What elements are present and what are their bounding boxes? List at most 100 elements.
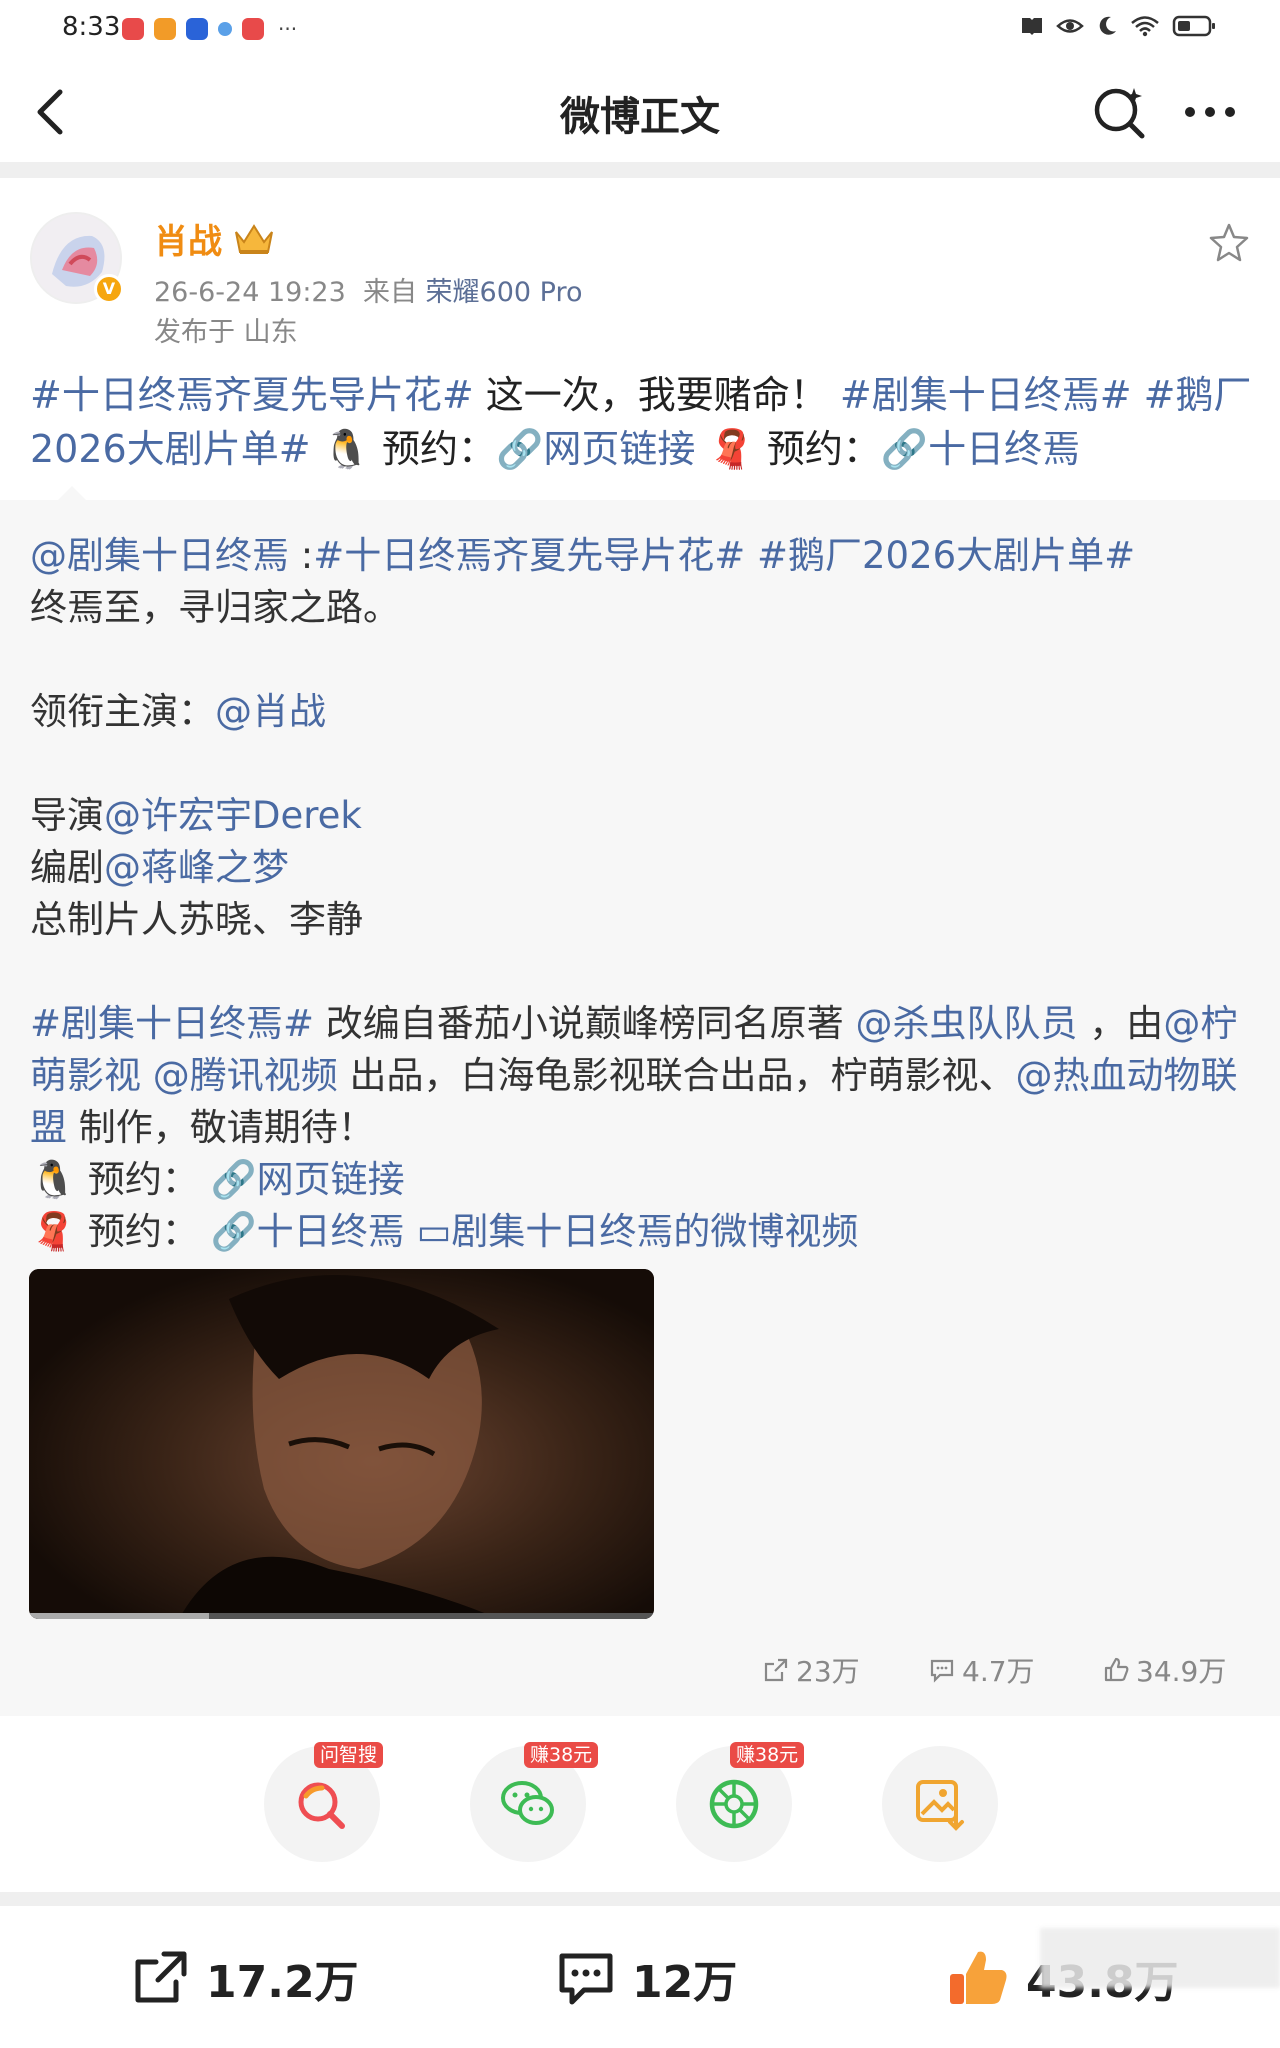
repost-line: 终焉至，寻归家之路。 [30,582,1255,634]
ai-search-tag: 问智搜 [314,1742,384,1768]
text-link[interactable]: @剧集十日终焉 [30,534,289,577]
text-segment: 总制片人苏晓、李静 [30,898,363,941]
repost-comment-count[interactable]: 4.7万 [928,1650,1035,1690]
text-segment: 这一次，我要赌命！ [473,373,840,417]
save-image-button[interactable] [882,1746,998,1862]
repost-line: #剧集十日终焉# 改编自番茄小说巅峰榜同名原著 @杀虫队队员 ，由@柠萌影视 @… [30,998,1255,1154]
weibo-post: V 肖战 26-6-24 19:23 来自 荣耀600 Pro 发布于 山东 #… [0,178,1280,500]
top-navigation-bar: 微博正文 [0,62,1280,162]
text-segment [745,534,757,577]
comment-icon [930,1659,954,1683]
repost-line: 🐧 预约： 🔗网页链接 [30,1154,1255,1206]
blurred-overlay [1040,1928,1280,1988]
more-options-icon[interactable] [1180,82,1240,142]
video-player[interactable] [29,1269,654,1619]
text-segment: 🐧 预约： [30,1158,211,1201]
repost-like-count-text: 34.9万 [1136,1655,1227,1688]
favorite-star-icon[interactable] [1208,222,1250,264]
text-segment [1132,373,1144,417]
text-segment: 领衔主演： [30,690,215,733]
text-link[interactable]: #鹅厂2026大剧片单# [757,534,1135,577]
text-segment: 🐧 预约： [310,427,497,471]
verified-badge-icon: V [94,274,124,304]
repost-stats: 23万 4.7万 34.9万 [0,1650,1280,1700]
text-link[interactable]: @腾讯视频 [153,1054,338,1097]
status-time: 8:33 [62,12,121,42]
text-link[interactable]: @许宏宇Derek [104,794,362,837]
search-icon[interactable] [1090,82,1150,142]
like-thumb-icon [950,1951,1007,2004]
divider [0,1892,1280,1906]
repost-count: 17.2万 [206,1957,359,2008]
repost-line [30,946,1255,998]
battery-icon [1172,15,1215,37]
video-thumbnail [29,1269,654,1619]
repost-button[interactable]: 17.2万 [130,1946,359,2010]
text-segment: 编剧 [30,846,104,889]
author-name[interactable]: 肖战 [154,214,276,263]
post-time: 26-6-24 19:23 [154,277,346,308]
divider [0,162,1280,178]
repost-line: @剧集十日终焉 :#十日终焉齐夏先导片花# #鹅厂2026大剧片单# [30,530,1255,582]
text-link[interactable]: 🔗网页链接 [211,1158,405,1201]
video-progress-played [29,1613,209,1619]
status-app-icons: ··· [122,17,297,41]
thumbs-up-icon [1104,1657,1129,1682]
moon-icon [1099,16,1116,35]
text-link[interactable]: @蒋峰之梦 [104,846,289,889]
text-link[interactable]: 🔗十日终焉 [211,1210,405,1253]
eye-icon [1056,19,1084,33]
notification-app-icon [242,18,264,40]
comment-button[interactable]: 12万 [556,1946,737,2010]
wechat-icon [501,1781,554,1825]
repost-like-count[interactable]: 34.9万 [1102,1650,1226,1690]
repost-pointer [58,486,86,500]
text-link[interactable]: @杀虫队队员 [856,1002,1078,1045]
page-title: 微博正文 [560,94,720,140]
text-segment: 改编自番茄小说巅峰榜同名原著 [314,1002,856,1045]
repost-comment-count-text: 4.7万 [962,1655,1035,1688]
text-link[interactable]: ▭剧集十日终焉的微博视频 [416,1210,858,1253]
status-bar: 8:33 ··· [0,0,1280,62]
notification-app-icon [122,18,144,40]
repost-line: 🧣 预约： 🔗十日终焉 ▭剧集十日终焉的微博视频 [30,1206,1255,1258]
repost-share-count-text: 23万 [796,1655,860,1688]
text-segment: 出品，白海龟影视联合出品，柠萌影视、 [337,1054,1016,1097]
text-link[interactable]: #剧集十日终焉# [30,1002,314,1045]
text-link[interactable]: 🔗网页链接 [496,427,695,471]
repost-share-count[interactable]: 23万 [762,1650,860,1690]
repost-line [30,634,1255,686]
post-source[interactable]: 荣耀600 Pro [426,277,583,308]
post-body: #十日终焉齐夏先导片花# 这一次，我要赌命！ #剧集十日终焉# #鹅厂2026大… [30,368,1255,476]
notification-app-icon [186,18,208,40]
crown-icon [235,223,273,254]
text-segment: 导演 [30,794,104,837]
text-link[interactable]: #十日终焉齐夏先导片花# [30,373,474,417]
comment-icon [559,1953,613,2005]
text-segment: : [289,534,314,577]
search-ai-icon [298,1782,345,1829]
moments-icon [709,1779,759,1829]
comment-count: 12万 [632,1957,738,2008]
text-link[interactable]: @肖战 [215,690,326,733]
repost-line: 导演@许宏宇Derek [30,790,1255,842]
bottom-action-bar: 17.2万 12万 43.8万 [0,1906,1280,2048]
ai-search-button[interactable]: 问智搜 [264,1742,384,1862]
text-link[interactable]: #剧集十日终焉# [840,373,1132,417]
author-name-text: 肖战 [154,222,222,262]
share-wechat-button[interactable]: 赚38元 [470,1742,599,1862]
wifi-icon [1131,16,1159,37]
share-moments-button[interactable]: 赚38元 [676,1742,805,1862]
repost-line: 总制片人苏晓、李静 [30,894,1255,946]
share-icon [764,1658,788,1682]
text-link[interactable]: #十日终焉齐夏先导片花# [313,534,745,577]
reposted-content[interactable]: @剧集十日终焉 :#十日终焉齐夏先导片花# #鹅厂2026大剧片单# 终焉至，寻归… [0,500,1280,1716]
text-link[interactable]: 🔗十日终焉 [881,427,1080,471]
notification-app-icon [218,22,232,36]
repost-body: @剧集十日终焉 :#十日终焉齐夏先导片花# #鹅厂2026大剧片单# 终焉至，寻归… [30,530,1255,1258]
text-segment: 🧣 预约： [695,427,881,471]
text-segment: 终焉至，寻归家之路。 [30,586,400,629]
text-segment [141,1054,153,1097]
wechat-reward-tag: 赚38元 [524,1742,599,1768]
video-progress-bar[interactable] [29,1613,654,1619]
